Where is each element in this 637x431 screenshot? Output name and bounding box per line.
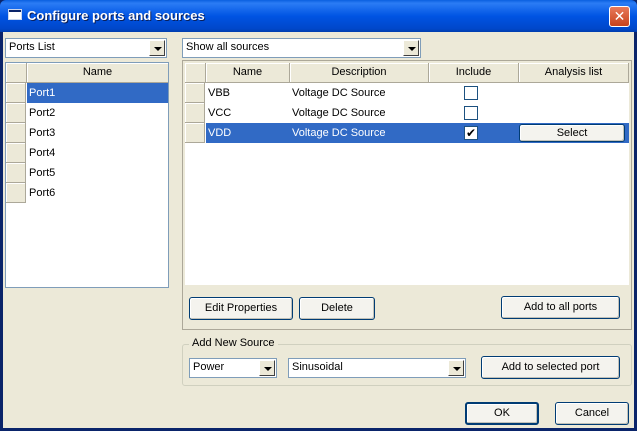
ports-grid-corner [6,63,27,83]
source-description-cell: Voltage DC Source [292,127,386,139]
source-name-cell: VDD [208,127,232,139]
port-row-selector[interactable] [6,103,26,123]
edit-properties-button[interactable]: Edit Properties [189,297,293,320]
port-list-item[interactable]: Port3 [27,123,168,143]
port-list-item[interactable]: Port5 [27,163,168,183]
source-name-cell: VCC [208,107,232,119]
ports-grid: Name Port1 Port2 Port3 Port4 Port5 Port6 [5,62,169,288]
source-row-selector[interactable] [185,123,205,143]
source-type-dropdown[interactable]: Power [189,358,277,378]
window-icon [8,9,22,20]
ok-button[interactable]: OK [465,402,539,425]
sources-filter-dropdown[interactable]: Show all sources [182,38,421,58]
dialog-client: Ports List Name Port1 Port2 Port3 Port4 Port… [3,32,634,428]
close-button[interactable]: ✕ [609,6,630,27]
include-checkbox[interactable]: ✔ [464,126,478,140]
sources-column-description[interactable]: Description [290,63,429,83]
source-description-cell: Voltage DC Source [292,87,386,99]
sources-grid-corner [185,63,206,83]
ports-filter-dropdown[interactable]: Ports List [5,38,167,58]
source-waveform-dropdown[interactable]: Sinusoidal [288,358,466,378]
delete-button[interactable]: Delete [299,297,375,320]
port-row-selector[interactable] [6,163,26,183]
port-row-selector[interactable] [6,183,26,203]
chevron-down-icon[interactable] [403,40,419,56]
sources-column-name[interactable]: Name [206,63,290,83]
sources-grid: Name Description Include Analysis list V… [185,63,629,285]
sources-column-include[interactable]: Include [429,63,519,83]
title-bar[interactable]: Configure ports and sources ✕ [0,0,637,32]
analysis-select-button[interactable]: Select [519,124,625,142]
source-type-value: Power [193,361,225,373]
port-list-item[interactable]: Port4 [27,143,168,163]
window-title: Configure ports and sources [27,8,205,23]
add-to-all-ports-button[interactable]: Add to all ports [501,296,620,319]
port-list-item[interactable]: Port1 [27,83,168,103]
ports-filter-value: Ports List [9,41,55,53]
chevron-down-icon[interactable] [149,40,165,56]
source-name-cell: VBB [208,87,231,99]
include-checkbox[interactable] [464,106,478,120]
source-row-selector[interactable] [185,103,205,123]
port-row-selector[interactable] [6,143,26,163]
port-list-item[interactable]: Port6 [27,183,168,203]
chevron-down-icon[interactable] [259,360,275,376]
source-waveform-value: Sinusoidal [292,361,343,373]
add-new-source-legend: Add New Source [189,337,278,349]
add-to-selected-port-button[interactable]: Add to selected port [481,356,620,379]
ports-column-name[interactable]: Name [27,63,168,83]
include-checkbox[interactable] [464,86,478,100]
port-row-selector[interactable] [6,123,26,143]
cancel-button[interactable]: Cancel [555,402,629,425]
sources-panel: Name Description Include Analysis list V… [182,60,632,330]
sources-filter-value: Show all sources [186,41,270,53]
dialog-window: Configure ports and sources ✕ Ports List… [0,0,637,431]
source-row-selector[interactable] [185,83,205,103]
source-description-cell: Voltage DC Source [292,107,386,119]
source-table-row[interactable]: VCC Voltage DC Source [206,103,629,123]
add-new-source-group: Add New Source Power Sinusoidal Add to s… [182,337,632,386]
source-table-row[interactable]: VBB Voltage DC Source [206,83,629,103]
sources-column-analysis-list[interactable]: Analysis list [519,63,629,83]
port-row-selector[interactable] [6,83,26,103]
port-list-item[interactable]: Port2 [27,103,168,123]
source-table-row[interactable]: VDD Voltage DC Source ✔ Select [206,123,629,143]
chevron-down-icon[interactable] [448,360,464,376]
